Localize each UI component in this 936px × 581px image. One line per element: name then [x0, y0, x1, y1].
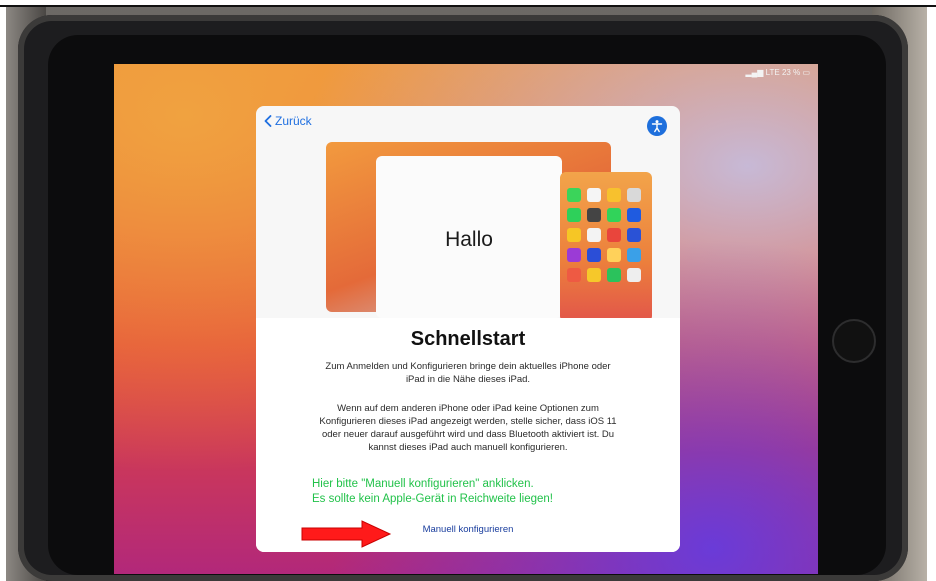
- red-arrow-annotation: [301, 520, 392, 548]
- app-icon-grid: [567, 188, 641, 282]
- app-icon: [627, 208, 641, 222]
- hello-text: Hallo: [445, 228, 493, 251]
- app-icon: [567, 208, 581, 222]
- app-icon: [607, 208, 621, 222]
- back-label: Zurück: [275, 114, 312, 128]
- hello-card: Hallo: [376, 156, 562, 318]
- app-icon: [627, 268, 641, 282]
- app-icon: [607, 268, 621, 282]
- app-icon: [567, 248, 581, 262]
- quick-start-illustration: Hallo: [326, 142, 652, 322]
- app-icon: [567, 228, 581, 242]
- status-bar: ▂▄▆ LTE 23 % ▭: [745, 68, 810, 77]
- chevron-left-icon: [264, 115, 272, 127]
- page-title: Schnellstart: [410, 328, 526, 350]
- home-button[interactable]: [832, 319, 876, 363]
- status-text: LTE 23 %: [765, 68, 801, 77]
- app-icon: [587, 208, 601, 222]
- iphone-illustration: [560, 172, 652, 322]
- app-icon: [587, 188, 601, 202]
- accessibility-button[interactable]: [647, 116, 667, 136]
- app-icon: [587, 228, 601, 242]
- card-content: Schnellstart Zum Anmelden und Konfigurie…: [256, 318, 680, 552]
- app-icon: [587, 268, 601, 282]
- app-icon: [567, 268, 581, 282]
- app-icon: [607, 188, 621, 202]
- help-text: Wenn auf dem anderen iPhone oder iPad ke…: [319, 403, 617, 453]
- app-icon: [627, 228, 641, 242]
- battery-icon: ▭: [802, 68, 810, 77]
- app-icon: [627, 188, 641, 202]
- quick-start-card: Zurück Hallo Schnellstart Zum Anmelden u…: [256, 106, 680, 552]
- manual-configure-link[interactable]: Manuell konfigurieren: [404, 524, 532, 535]
- annotation-line-2: Es sollte kein Apple-Gerät in Reichweite…: [312, 493, 553, 505]
- signal-icon: ▂▄▆: [745, 68, 764, 77]
- back-button[interactable]: Zurück: [264, 114, 312, 128]
- annotation-line-1: Hier bitte "Manuell konfigurieren" ankli…: [312, 478, 534, 490]
- app-icon: [627, 248, 641, 262]
- app-icon: [587, 248, 601, 262]
- app-icon: [607, 228, 621, 242]
- instruction-text: Zum Anmelden und Konfigurieren bringe de…: [325, 361, 611, 385]
- accessibility-icon: [651, 120, 663, 133]
- app-icon: [607, 248, 621, 262]
- app-icon: [567, 188, 581, 202]
